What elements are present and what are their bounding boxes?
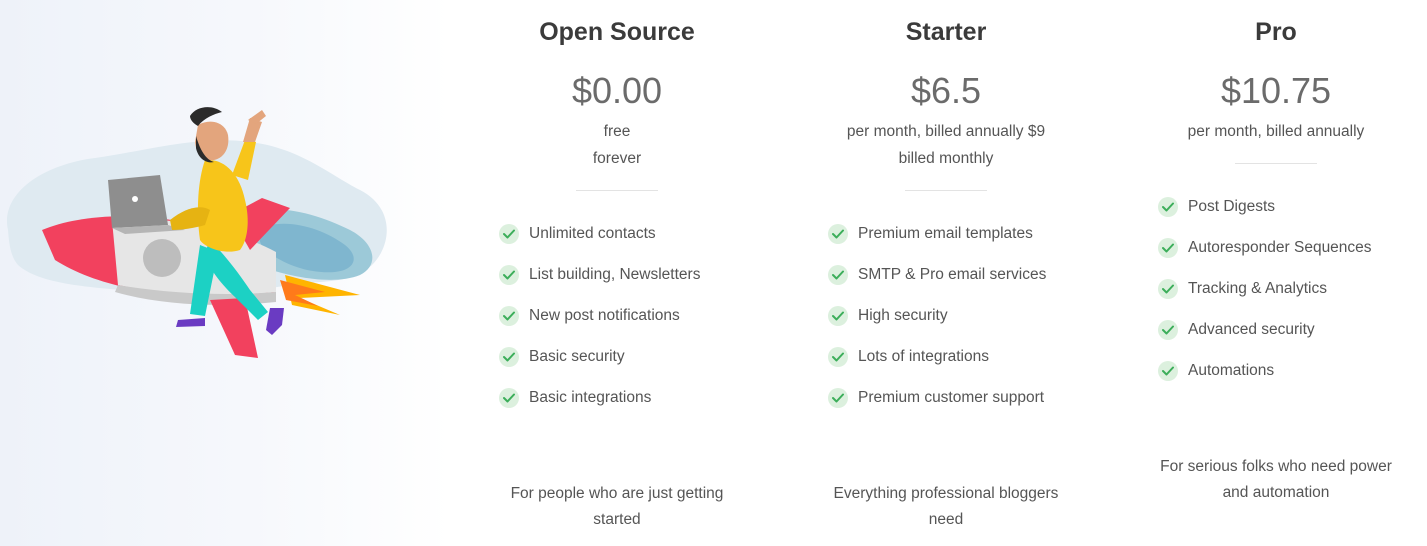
plan-price: $0.00 <box>571 70 663 111</box>
feature-item: Automations <box>1158 350 1427 391</box>
feature-label: Premium customer support <box>858 388 1045 406</box>
feature-label: Autoresponder Sequences <box>1188 238 1372 256</box>
divider <box>905 190 987 191</box>
rocket-illustration <box>6 107 387 358</box>
plan-card-open-source: Open Source $0.00 free forever Unlimited… <box>457 0 777 528</box>
divider <box>1235 163 1317 164</box>
check-icon <box>499 387 519 408</box>
check-icon <box>1158 360 1178 381</box>
feature-item: List building, Newsletters <box>499 254 777 295</box>
feature-item: Premium customer support <box>828 377 1106 418</box>
feature-item: Autoresponder Sequences <box>1158 227 1427 268</box>
feature-item: Basic integrations <box>499 377 777 418</box>
check-icon <box>499 264 519 285</box>
feature-item: Basic security <box>499 336 777 377</box>
feature-label: Tracking & Analytics <box>1188 279 1327 297</box>
feature-label: Lots of integrations <box>858 347 989 365</box>
feature-item: Premium email templates <box>828 213 1106 254</box>
feature-item: Post Digests <box>1158 186 1427 227</box>
plan-audience-text: For people who are just getting started <box>457 481 777 533</box>
check-icon <box>828 264 848 285</box>
feature-item: Lots of integrations <box>828 336 1106 377</box>
feature-list: Post Digests Autoresponder Sequences Tra… <box>1116 186 1427 391</box>
audience-line: and automation <box>1222 484 1330 501</box>
feature-item: Unlimited contacts <box>499 213 777 254</box>
feature-list: Unlimited contacts List building, Newsle… <box>457 213 777 418</box>
check-icon <box>828 223 848 244</box>
feature-label: New post notifications <box>529 306 680 324</box>
feature-item: Advanced security <box>1158 309 1427 350</box>
feature-label: Premium email templates <box>858 224 1033 242</box>
plan-audience-text: Everything professional bloggers need <box>786 481 1106 533</box>
feature-item: High security <box>828 295 1106 336</box>
check-icon <box>828 346 848 367</box>
feature-label: List building, Newsletters <box>529 265 701 283</box>
audience-line: need <box>928 511 964 528</box>
feature-label: Unlimited contacts <box>529 224 656 242</box>
audience-line: For people who are just getting <box>510 485 724 502</box>
audience-line: Everything professional bloggers <box>833 485 1059 502</box>
feature-label: Basic security <box>529 347 625 365</box>
check-icon <box>828 387 848 408</box>
check-icon <box>499 305 519 326</box>
feature-label: Post Digests <box>1188 197 1276 215</box>
plan-price: $10.75 <box>1220 70 1332 111</box>
plan-billing-description: free forever <box>497 118 737 172</box>
billing-line: per month, billed annually $9 <box>846 123 1046 140</box>
billing-line: billed monthly <box>898 150 994 167</box>
check-icon <box>499 346 519 367</box>
audience-line: For serious folks who need power <box>1160 458 1392 475</box>
feature-label: Basic integrations <box>529 388 652 406</box>
check-icon <box>1158 237 1178 258</box>
feature-item: Tracking & Analytics <box>1158 268 1427 309</box>
plan-title: Starter <box>905 18 987 46</box>
feature-item: SMTP & Pro email services <box>828 254 1106 295</box>
billing-line: free <box>603 123 631 140</box>
check-icon <box>828 305 848 326</box>
feature-label: Advanced security <box>1188 320 1315 338</box>
check-icon <box>1158 196 1178 217</box>
audience-line: started <box>593 511 641 528</box>
feature-label: High security <box>858 306 948 324</box>
billing-line: forever <box>592 150 642 167</box>
plan-title: Open Source <box>539 18 695 46</box>
feature-label: SMTP & Pro email services <box>858 265 1047 283</box>
check-icon <box>1158 278 1178 299</box>
feature-list: Premium email templates SMTP & Pro email… <box>786 213 1106 418</box>
plan-card-starter: Starter $6.5 per month, billed annually … <box>786 0 1106 528</box>
plan-price: $6.5 <box>910 70 982 111</box>
plan-audience-text: For serious folks who need power and aut… <box>1116 454 1427 506</box>
divider <box>576 190 658 191</box>
billing-line: per month, billed annually <box>1187 123 1365 140</box>
plan-title: Pro <box>1255 18 1297 46</box>
feature-label: Automations <box>1188 361 1275 379</box>
check-icon <box>1158 319 1178 340</box>
plan-billing-description: per month, billed annually <box>1156 118 1396 145</box>
feature-item: New post notifications <box>499 295 777 336</box>
plan-card-pro: Pro $10.75 per month, billed annually Po… <box>1116 0 1427 501</box>
plan-billing-description: per month, billed annually $9 billed mon… <box>826 118 1066 172</box>
check-icon <box>499 223 519 244</box>
